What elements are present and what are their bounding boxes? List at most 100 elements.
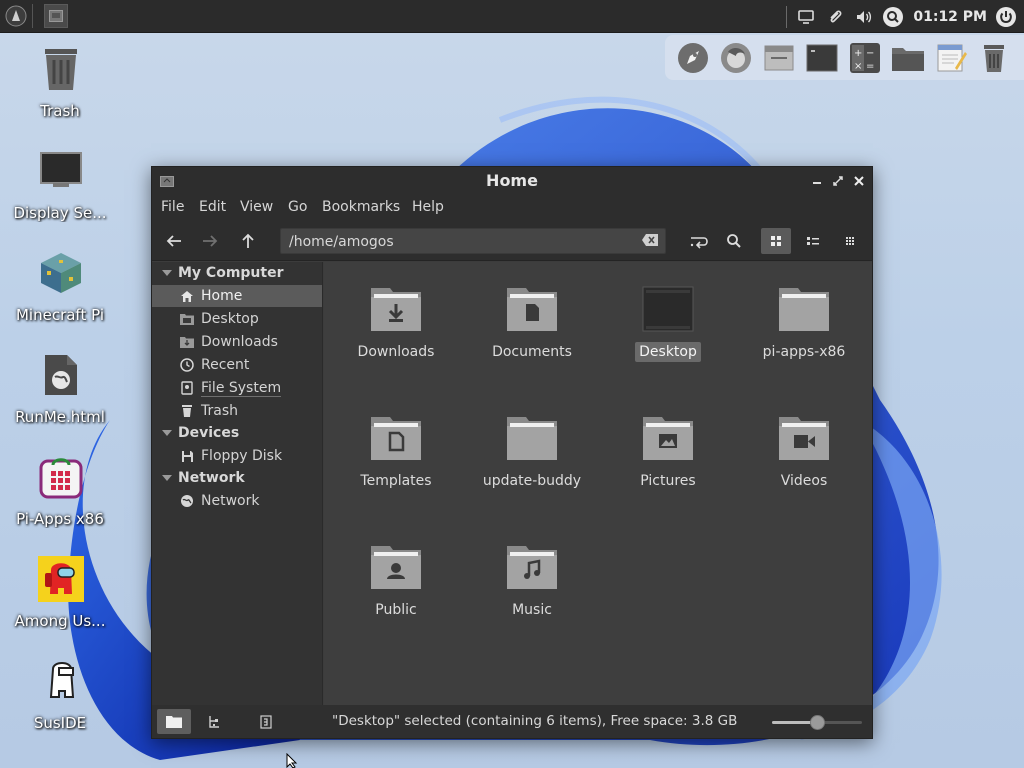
desktop-icon-trash[interactable]: Trash [4, 44, 116, 140]
menu-view[interactable]: View [240, 199, 273, 215]
window-title: Home [486, 171, 538, 190]
menu-file[interactable]: File [161, 199, 184, 215]
sidebar-item-downloads[interactable]: Downloads [152, 331, 322, 353]
file-view[interactable]: Downloads Documents Desktop pi-apps-x86 [324, 262, 872, 705]
desktop-icon-label: SusIDE [33, 714, 87, 732]
compact-view-button[interactable] [835, 228, 865, 254]
forward-button[interactable] [197, 229, 223, 253]
list-view-button[interactable] [798, 228, 828, 254]
calculator-icon[interactable]: − = + × [847, 40, 883, 76]
clear-location-icon[interactable] [641, 233, 659, 249]
desktop-icon-label: Trash [40, 102, 80, 120]
folder-icon[interactable] [890, 40, 926, 76]
among-us-icon [38, 556, 84, 602]
menu-bar: File Edit View Go Bookmarks Help [152, 195, 872, 221]
screen-icon[interactable] [795, 6, 817, 28]
file-item-desktop[interactable]: Desktop [602, 262, 734, 362]
file-item-templates[interactable]: Templates [330, 391, 462, 491]
location-input[interactable] [289, 232, 629, 252]
window-minimize-icon[interactable] [761, 40, 797, 76]
file-label: Videos [780, 473, 828, 489]
sidebar-item-floppy-disk[interactable]: Floppy Disk [152, 445, 322, 467]
sidebar-item-file-system[interactable]: File System [152, 377, 322, 399]
svg-text:+: + [854, 48, 862, 59]
panel-separator [32, 4, 33, 28]
trash-icon[interactable] [976, 40, 1012, 76]
search-icon[interactable] [882, 6, 904, 28]
menu-help[interactable]: Help [412, 199, 444, 215]
sidebar-heading-devices[interactable]: Devices [162, 423, 239, 443]
minimize-icon[interactable] [808, 172, 826, 190]
file-item-videos[interactable]: Videos [738, 391, 870, 491]
file-item-pictures[interactable]: Pictures [602, 391, 734, 491]
file-label: pi-apps-x86 [762, 344, 846, 360]
firefox-icon[interactable] [718, 40, 754, 76]
power-icon[interactable] [995, 6, 1017, 28]
sidebar-item-trash[interactable]: Trash [152, 400, 322, 422]
desktop-icon-among-us[interactable]: Among Us... [4, 554, 116, 650]
videos-folder-icon [778, 413, 830, 461]
maximize-icon[interactable] [829, 172, 847, 190]
monitor-icon [38, 148, 84, 194]
menu-edit[interactable]: Edit [199, 199, 226, 215]
clip-icon[interactable] [824, 6, 846, 28]
sidebar-item-network[interactable]: Network [152, 490, 322, 512]
file-item-music[interactable]: Music [466, 520, 598, 620]
taskbar-window-button[interactable] [44, 4, 68, 28]
close-icon[interactable] [850, 172, 868, 190]
launcher-rocket-icon[interactable] [675, 40, 711, 76]
home-icon [180, 289, 194, 303]
sidebar-heading-my-computer[interactable]: My Computer [162, 263, 284, 283]
menu-go[interactable]: Go [288, 199, 307, 215]
menu-launcher-icon[interactable] [4, 4, 28, 28]
file-item-update-buddy[interactable]: update-buddy [466, 391, 598, 491]
show-treeview-button[interactable] [197, 709, 231, 734]
globe-icon [180, 494, 194, 508]
file-item-downloads[interactable]: Downloads [330, 262, 462, 362]
desktop-icon-display-settings[interactable]: Display Se... [4, 146, 116, 242]
volume-icon[interactable] [853, 6, 875, 28]
sidebar: My Computer Home Desktop Downloads Recen… [152, 262, 323, 705]
terminal-icon[interactable] [804, 40, 840, 76]
hide-sidebar-button[interactable] [249, 709, 283, 734]
desktop-icon-label: RunMe.html [15, 408, 105, 426]
status-bar: "Desktop" selected (containing 6 items),… [152, 705, 872, 738]
file-item-documents[interactable]: Documents [466, 262, 598, 362]
titlebar[interactable]: Home [152, 167, 872, 195]
desktop-folder-icon [180, 312, 194, 326]
desktop-icon-minecraft-pi[interactable]: Minecraft Pi [4, 248, 116, 344]
sidebar-item-label: Network [201, 493, 260, 509]
desktop-icon-runme-html[interactable]: RunMe.html [4, 350, 116, 446]
file-item-pi-apps-x86[interactable]: pi-apps-x86 [738, 262, 870, 362]
file-label: Documents [492, 344, 572, 360]
search-button[interactable] [719, 228, 749, 254]
sidebar-item-label: Trash [201, 403, 238, 419]
show-places-button[interactable] [157, 709, 191, 734]
clock[interactable]: 01:12 PM [913, 9, 987, 25]
templates-folder-icon [370, 413, 422, 461]
sidebar-item-desktop[interactable]: Desktop [152, 308, 322, 330]
file-label: Public [375, 602, 417, 618]
desktop-icon-suside[interactable]: SusIDE [4, 656, 116, 752]
public-folder-icon [370, 542, 422, 590]
suside-icon [38, 658, 84, 704]
zoom-slider[interactable] [772, 715, 862, 730]
up-button[interactable] [235, 229, 261, 253]
folder-icon [778, 284, 830, 332]
zoom-slider-handle[interactable] [810, 715, 825, 730]
desktop-icon-label: Minecraft Pi [15, 306, 104, 324]
folder-icon [506, 413, 558, 461]
toggle-location-button[interactable] [684, 228, 714, 254]
icon-view-button[interactable] [761, 228, 791, 254]
menu-bookmarks[interactable]: Bookmarks [322, 199, 400, 215]
location-bar [280, 228, 666, 254]
text-editor-icon[interactable] [933, 40, 969, 76]
sidebar-item-home[interactable]: Home [152, 285, 322, 307]
sidebar-heading-label: Devices [178, 425, 240, 441]
desktop-icon-pi-apps[interactable]: Pi-Apps x86 [4, 452, 116, 548]
sidebar-item-recent[interactable]: Recent [152, 354, 322, 376]
file-item-public[interactable]: Public [330, 520, 462, 620]
back-button[interactable] [161, 229, 187, 253]
desktop-icon-label: Among Us... [14, 612, 106, 630]
sidebar-heading-network[interactable]: Network [162, 468, 245, 488]
